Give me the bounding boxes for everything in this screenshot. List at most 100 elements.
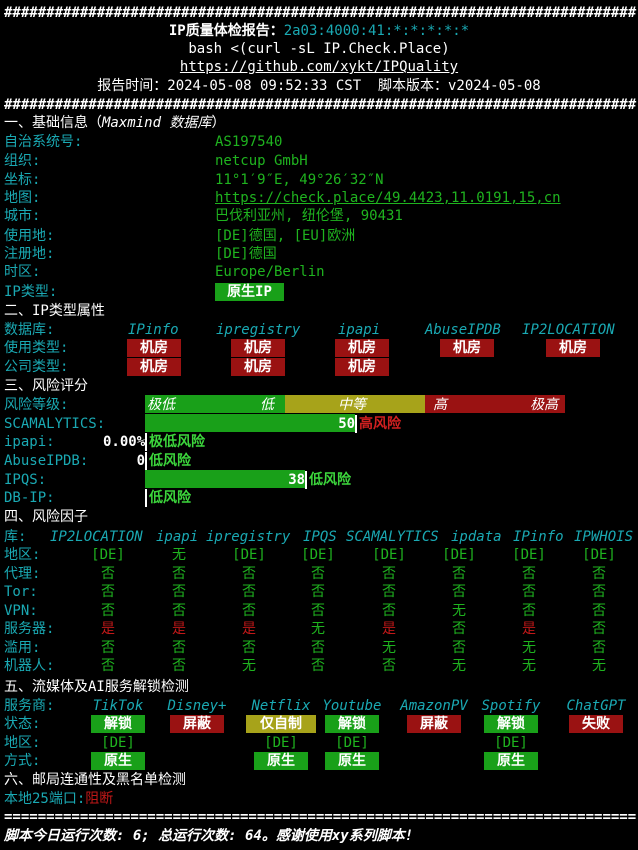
coord-value: 11°1′9″E, 49°26′32″N: [215, 172, 384, 188]
factor-cell: 否: [592, 602, 606, 619]
title-label: IP质量体检报告：: [168, 23, 284, 39]
factor-cell: 否: [242, 584, 256, 600]
usetype-label: 使用类型:: [4, 340, 69, 356]
service-method: 原生: [484, 752, 538, 770]
scamalytics-bar: [145, 414, 355, 432]
service-region: [DE]: [264, 735, 298, 751]
factor-cell: 否: [452, 639, 466, 656]
method-label: 方式:: [4, 753, 41, 769]
factor-lib-ip2location: IP2LOCATION: [50, 529, 143, 545]
city-label: 城市:: [4, 208, 41, 224]
factor-row-label: 地区:: [4, 547, 41, 563]
factor-cell: [DE]: [232, 547, 266, 563]
section-media-title: 五、流媒体及AI服务解锁检测: [4, 679, 189, 695]
section-mail-title: 六、邮局连通性及黑名单检测: [4, 772, 186, 788]
factor-cell: [DE]: [91, 547, 125, 563]
db-ipinfo: IPinfo: [128, 322, 179, 338]
report-title: IP质量体检报告：2a03:4000:41:*:*:*:*:*: [0, 22, 638, 40]
factor-cell: 无: [172, 547, 186, 563]
asn-label: 自治系统号:: [4, 134, 83, 150]
usetype-ipregistry: 机房: [231, 339, 285, 357]
factor-cell: 否: [172, 658, 186, 674]
factor-cell: 无: [522, 639, 536, 656]
city-value: 巴伐利亚州, 纽伦堡, 90431: [215, 208, 403, 224]
risk-level-low: 低: [260, 397, 274, 413]
factor-row-label: 机器人:: [4, 658, 55, 674]
factor-lib-ipregistry: ipregistry: [206, 529, 291, 545]
bottom-border: ========================================…: [4, 809, 637, 825]
risk-level-label: 风险等级:: [4, 397, 69, 413]
service-status: 屏蔽: [407, 715, 461, 733]
risk-level-very-low: 极低: [147, 397, 175, 413]
report-meta: 报告时间：2024-05-08 09:52:33 CST 脚本版本：v2024-…: [97, 78, 541, 94]
factor-row-label: VPN:: [4, 602, 38, 619]
lib-label: 库:: [4, 529, 27, 545]
factor-row-label: 滥用:: [4, 639, 41, 656]
factor-cell: 否: [311, 584, 325, 600]
factor-cell: 否: [522, 584, 536, 600]
command-line[interactable]: bash <(curl -sL IP.Check.Place): [0, 40, 638, 58]
factor-cell: 否: [172, 639, 186, 656]
factor-cell: 否: [452, 621, 466, 637]
section-iptype-title: 二、IP类型属性: [4, 303, 105, 319]
factor-cell: 否: [452, 584, 466, 600]
factor-cell: 否: [592, 584, 606, 600]
factor-cell: 否: [592, 621, 606, 637]
region-label: 地区:: [4, 735, 41, 751]
service-status: 解锁: [325, 715, 379, 733]
ipqs-risk-label: IPQS:: [4, 472, 47, 488]
factor-cell: 否: [242, 639, 256, 656]
tz-value: Europe/Berlin: [215, 264, 325, 280]
svc-label: 服务商:: [4, 698, 55, 714]
top-border: ########################################…: [4, 5, 637, 21]
factor-cell: [DE]: [512, 547, 546, 563]
ipqs-bar: [145, 470, 305, 488]
factor-cell: 否: [172, 584, 186, 600]
factor-cell: 否: [311, 658, 325, 674]
service-region: [DE]: [101, 735, 135, 751]
dbip-risk: 低风险: [145, 489, 191, 507]
abuseipdb-risk: 低风险: [145, 452, 191, 470]
port25-label: 本地25端口:: [4, 791, 86, 807]
factor-cell: 是: [242, 621, 256, 637]
risk-level-medium: 中等: [338, 397, 366, 413]
usetype-abuseipdb: 机房: [440, 339, 494, 357]
factor-cell: 否: [172, 565, 186, 582]
repo-link[interactable]: https://github.com/xykt/IPQuality: [0, 58, 638, 76]
abuseipdb-score: 0: [136, 453, 146, 469]
factor-cell: [DE]: [301, 547, 335, 563]
service-region: [DE]: [335, 735, 369, 751]
ipapi-risk: 极低风险: [145, 433, 205, 451]
db-abuseipdb: AbuseIPDB: [425, 322, 501, 338]
factor-cell: 否: [311, 602, 325, 619]
factor-lib-ipqs: IPQS: [303, 529, 337, 545]
ipqs-risk: 低风险: [305, 471, 351, 489]
section-factors-title: 四、风险因子: [4, 509, 88, 525]
cotype-ipapi: 机房: [335, 358, 389, 376]
section-risk-title: 三、风险评分: [4, 378, 88, 394]
factor-cell: 否: [101, 602, 115, 619]
map-link[interactable]: https://check.place/49.4423,11.0191,15,c…: [215, 189, 561, 207]
org-label: 组织:: [4, 153, 41, 169]
iptype-label: IP类型:: [4, 284, 58, 300]
map-label: 地图:: [4, 190, 41, 206]
section-basic-title: 一、基础信息（Maxmind 数据库）: [4, 115, 226, 131]
factor-lib-ipinfo: IPinfo: [513, 529, 564, 545]
border-2: ########################################…: [4, 97, 637, 113]
ipapi-score: 0.00%: [103, 434, 146, 450]
ip-address: 2a03:4000:41:*:*:*:*:*: [283, 23, 470, 39]
usetype-ipapi: 机房: [335, 339, 389, 357]
service-chatgpt: ChatGPT: [566, 698, 626, 714]
service-status: 屏蔽: [170, 715, 224, 733]
report-time: 2024-05-08 09:52:33 CST: [167, 78, 362, 94]
service-status: 失败: [569, 715, 623, 733]
factor-cell: 否: [592, 565, 606, 582]
iptype-badge: 原生IP: [215, 283, 284, 301]
factor-cell: 否: [522, 602, 536, 619]
factor-cell: 否: [101, 565, 115, 582]
risk-level-very-high: 极高: [530, 397, 558, 413]
factor-cell: 否: [382, 565, 396, 582]
factor-cell: 无: [452, 602, 466, 619]
registry-value: [DE]德国: [215, 246, 277, 262]
factor-cell: 否: [452, 565, 466, 582]
